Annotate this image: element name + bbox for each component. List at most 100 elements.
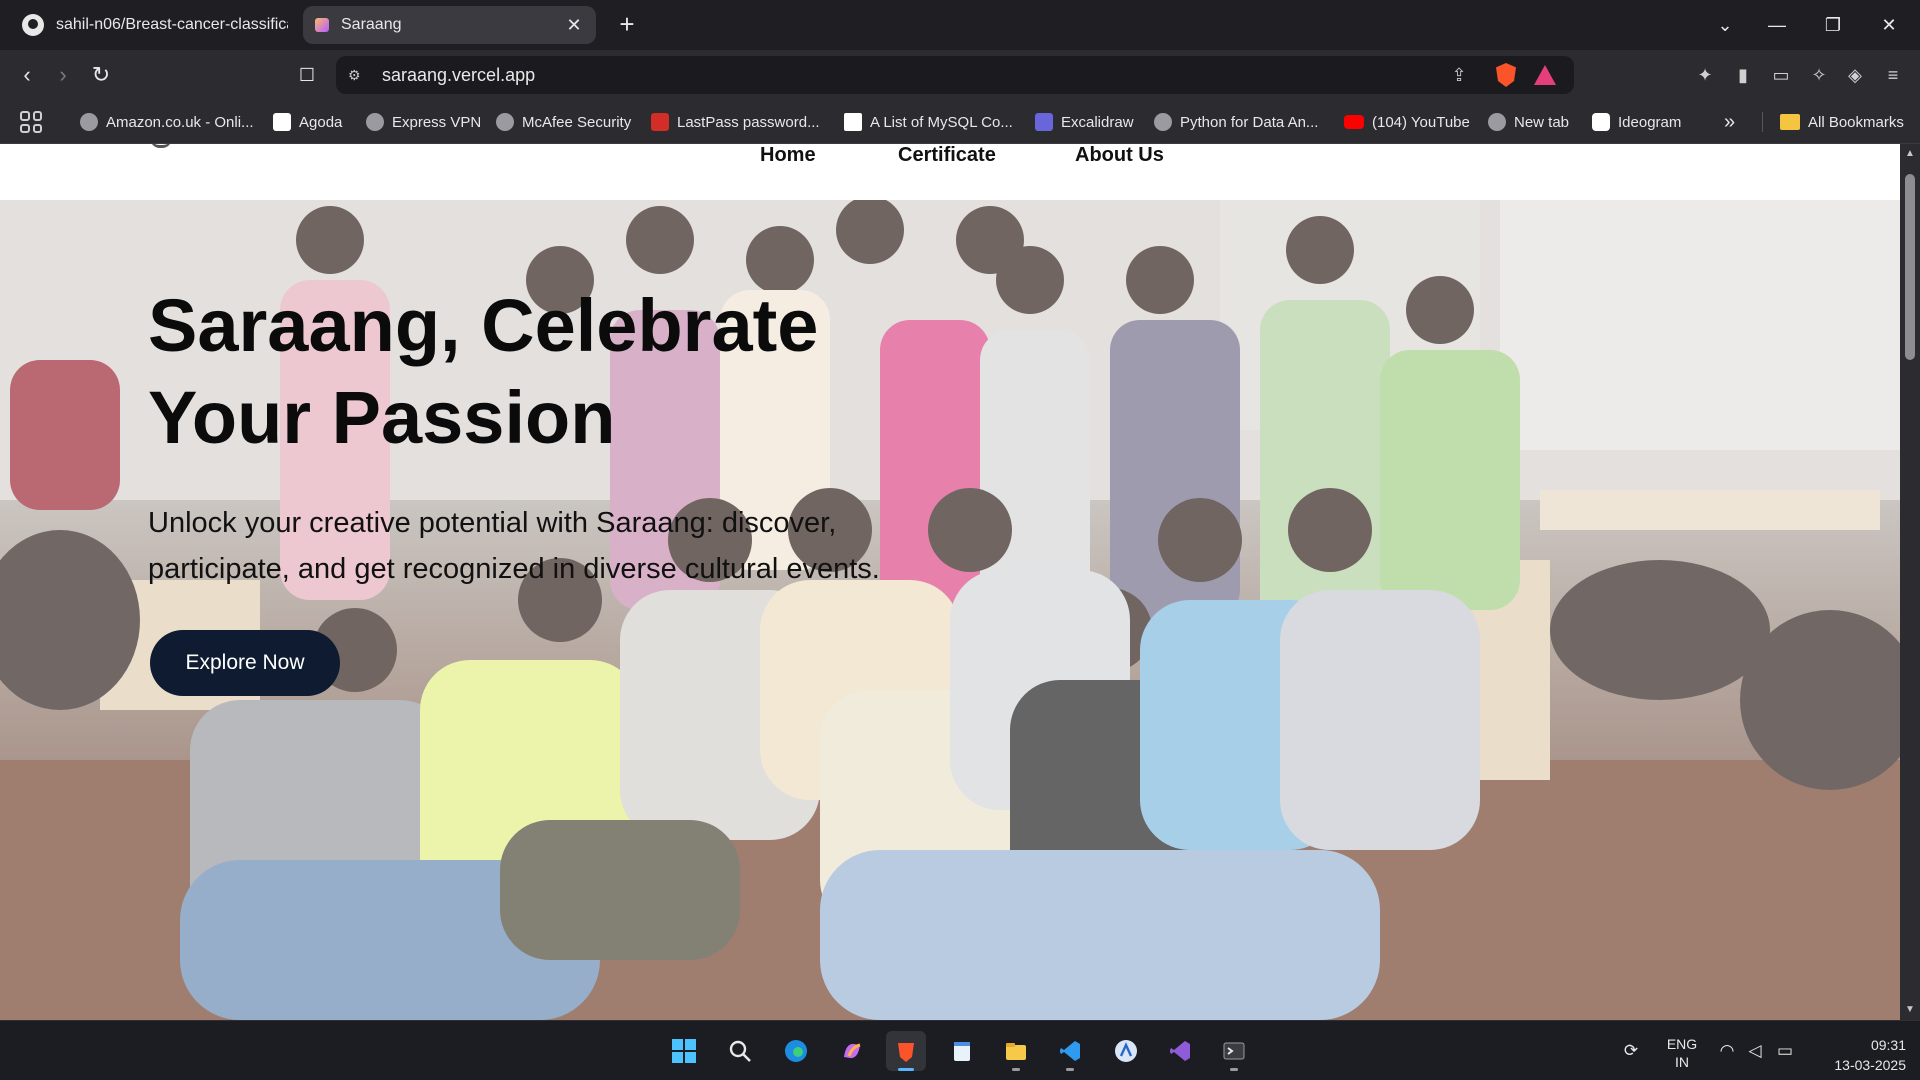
bookmark-label: Python for Data An... — [1180, 113, 1319, 131]
bookmark-label: Ideogram — [1618, 113, 1682, 131]
hero-section: Saraang, Celebrate Your Passion Unlock y… — [0, 200, 1900, 1020]
divider — [1762, 112, 1763, 132]
address-bar[interactable]: ⚙ saraang.vercel.app ⇪ — [336, 56, 1574, 94]
forward-button[interactable]: › — [48, 60, 78, 90]
region-code: IN — [1675, 1054, 1689, 1070]
site-navbar: Home Certificate About Us — [0, 144, 1900, 200]
url-text[interactable]: saraang.vercel.app — [382, 65, 535, 86]
battery-icon[interactable]: ▭ — [1774, 1041, 1796, 1061]
tab-search-icon[interactable]: ⌄ — [1710, 10, 1740, 40]
brave-shields-icon[interactable] — [1496, 63, 1516, 87]
edge-icon[interactable] — [776, 1031, 816, 1071]
bookmarks-overflow-button[interactable]: » — [1724, 109, 1735, 135]
scroll-up-arrow-icon[interactable]: ▲ — [1904, 148, 1916, 160]
restore-button[interactable]: ❐ — [1818, 10, 1848, 40]
file-explorer-icon[interactable] — [996, 1031, 1036, 1071]
bookmark-label: LastPass password... — [677, 113, 820, 131]
medium-icon — [844, 113, 862, 131]
bookmark-label: Express VPN — [392, 113, 482, 131]
sync-icon[interactable]: ⟳ — [1620, 1041, 1642, 1061]
apps-grid-icon[interactable] — [20, 111, 42, 133]
leo-ai-icon[interactable]: ✧ — [1806, 62, 1832, 88]
site-logo[interactable] — [150, 144, 172, 148]
hero-subtitle-line: participate, and get recognized in diver… — [148, 553, 880, 585]
wifi-icon[interactable]: ◠ — [1716, 1041, 1738, 1061]
all-bookmarks-button[interactable]: All Bookmarks — [1780, 109, 1904, 135]
running-indicator — [1230, 1068, 1238, 1071]
visual-studio-icon[interactable] — [1160, 1031, 1200, 1071]
terminal-icon[interactable] — [1214, 1031, 1254, 1071]
scroll-thumb[interactable] — [1905, 174, 1915, 360]
scroll-down-arrow-icon[interactable]: ▼ — [1904, 1004, 1916, 1016]
bookmark-ideogram[interactable]: Ideogram — [1592, 109, 1681, 135]
nav-about-link[interactable]: About Us — [1075, 144, 1164, 167]
brave-icon[interactable] — [886, 1031, 926, 1071]
running-indicator — [1012, 1068, 1020, 1071]
bookmark-python[interactable]: Python for Data An... — [1154, 109, 1318, 135]
explore-now-button[interactable]: Explore Now — [150, 630, 340, 696]
bookmark-amazon[interactable]: Amazon.co.uk - Onli... — [80, 109, 254, 135]
tab-strip: sahil-n06/Breast-cancer-classificatio Sa… — [0, 0, 1920, 50]
back-button[interactable]: ‹ — [12, 60, 42, 90]
nav-home-link[interactable]: Home — [760, 144, 816, 167]
menu-icon[interactable]: ≡ — [1880, 62, 1906, 88]
bookmark-mcafee[interactable]: McAfee Security — [496, 109, 631, 135]
bookmark-label: Amazon.co.uk - Onli... — [106, 113, 254, 131]
bookmark-icon[interactable]: ☐ — [292, 60, 322, 90]
site-info-icon[interactable]: ⚙ — [348, 66, 366, 84]
bookmark-excalidraw[interactable]: Excalidraw — [1035, 109, 1134, 135]
clock-date: 13-03-2025 — [1834, 1057, 1906, 1073]
all-bookmarks-label: All Bookmarks — [1808, 113, 1904, 131]
nav-certificate-link[interactable]: Certificate — [898, 144, 996, 167]
bookmark-youtube[interactable]: (104) YouTube — [1344, 109, 1470, 135]
share-icon[interactable]: ⇪ — [1448, 64, 1470, 86]
close-tab-icon[interactable]: ✕ — [564, 15, 584, 36]
close-window-button[interactable]: ✕ — [1874, 10, 1904, 40]
bookmark-label: McAfee Security — [522, 113, 632, 131]
bookmark-label: Excalidraw — [1061, 113, 1134, 131]
volume-icon[interactable]: ◁ — [1744, 1041, 1766, 1061]
minimize-button[interactable]: — — [1762, 10, 1792, 40]
bookmark-label: (104) YouTube — [1372, 113, 1470, 131]
tab-saraang[interactable]: Saraang ✕ — [303, 6, 596, 44]
tab-github[interactable]: sahil-n06/Breast-cancer-classificatio — [10, 6, 300, 44]
bookmark-new-tab[interactable]: New tab — [1488, 109, 1569, 135]
tab-title: Saraang — [341, 16, 402, 33]
windows-taskbar: ⟳ ENG IN ◠ ◁ ▭ 09:31 13-03-2025 — [0, 1020, 1920, 1080]
sidebar-icon[interactable]: ▮ — [1730, 62, 1756, 88]
extensions-icon[interactable]: ✦ — [1692, 62, 1718, 88]
notepad-icon[interactable] — [942, 1031, 982, 1071]
search-icon[interactable] — [720, 1031, 760, 1071]
copilot-icon[interactable] — [832, 1031, 872, 1071]
language-indicator[interactable]: ENG IN — [1664, 1035, 1700, 1071]
app-store-icon[interactable] — [1106, 1031, 1146, 1071]
reload-button[interactable]: ↻ — [86, 60, 116, 90]
wallet-icon[interactable]: ▭ — [1768, 62, 1794, 88]
globe-icon — [80, 113, 98, 131]
bookmark-label: New tab — [1514, 113, 1570, 131]
windows-start-icon[interactable] — [664, 1031, 704, 1071]
bookmark-label: Agoda — [299, 113, 343, 131]
active-indicator — [898, 1068, 914, 1071]
bookmark-agoda[interactable]: Agoda — [273, 109, 342, 135]
brave-rewards-icon[interactable] — [1534, 65, 1556, 85]
hero-title-line: Saraang, Celebrate — [148, 284, 819, 367]
globe-icon — [366, 113, 384, 131]
clock[interactable]: 09:31 13-03-2025 — [1812, 1035, 1906, 1075]
new-tab-button[interactable]: + — [612, 10, 642, 40]
hero-subtitle-line: Unlock your creative potential with Sara… — [148, 507, 837, 539]
bookmark-label: A List of MySQL Co... — [870, 113, 1013, 131]
bookmark-mysql[interactable]: A List of MySQL Co... — [844, 109, 1013, 135]
hero-subtitle: Unlock your creative potential with Sara… — [148, 500, 948, 592]
clock-time: 09:31 — [1870, 1037, 1906, 1053]
running-indicator — [1066, 1068, 1074, 1071]
bookmark-lastpass[interactable]: LastPass password... — [651, 109, 820, 135]
bookmark-express-vpn[interactable]: Express VPN — [366, 109, 481, 135]
hero-title-line: Your Passion — [148, 376, 616, 459]
globe-icon — [1154, 113, 1172, 131]
vpn-icon[interactable]: ◈ — [1842, 62, 1868, 88]
page-scrollbar[interactable]: ▲ ▼ — [1900, 144, 1920, 1020]
saraang-favicon — [315, 18, 329, 32]
browser-toolbar: ‹ › ↻ ☐ ⚙ saraang.vercel.app ⇪ ✦ ▮ ▭ ✧ ◈… — [0, 50, 1920, 100]
vscode-icon[interactable] — [1050, 1031, 1090, 1071]
